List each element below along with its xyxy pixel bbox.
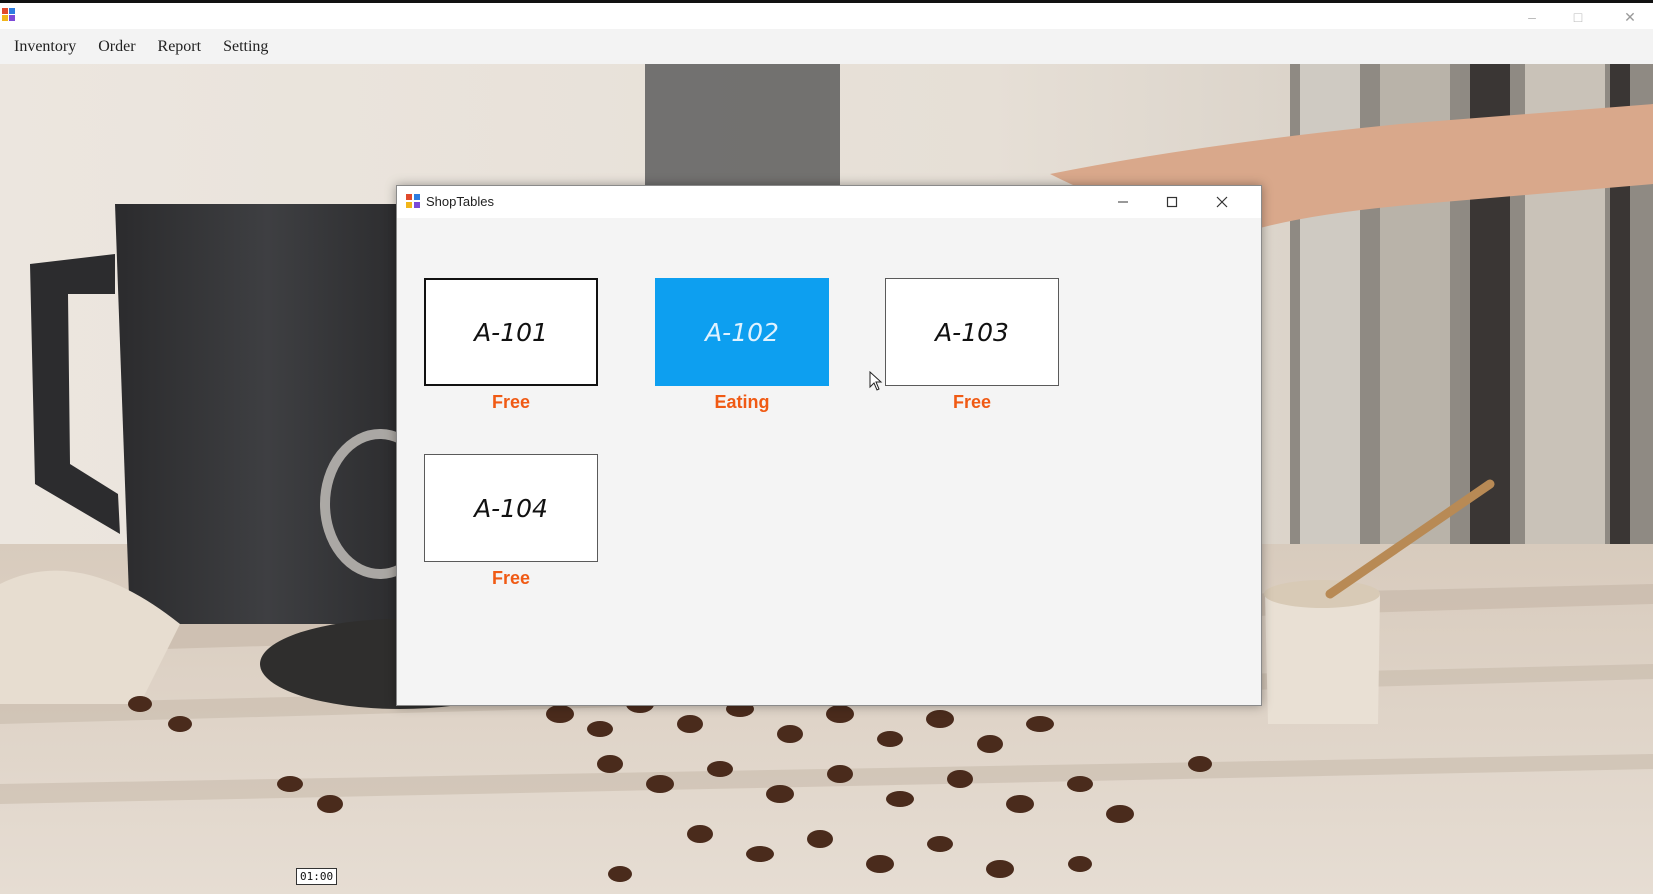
minimize-button[interactable] (1100, 186, 1146, 218)
menu-inventory[interactable]: Inventory (6, 32, 84, 62)
table-status-a104: Free (491, 568, 531, 588)
table-button-a103[interactable]: A-103 (885, 278, 1059, 386)
maximize-button[interactable] (1149, 186, 1195, 218)
shop-tables-window: ShopTables A-101 Free A-102 Eating A-103… (396, 185, 1262, 706)
window-titlebar[interactable]: ShopTables (397, 186, 1261, 218)
table-button-a104[interactable]: A-104 (424, 454, 598, 562)
app-minimize-button[interactable]: – (1512, 7, 1552, 27)
timestamp-label: 01:00 (296, 868, 338, 885)
menu-order[interactable]: Order (90, 32, 143, 62)
menu-report[interactable]: Report (150, 32, 210, 62)
table-button-a102[interactable]: A-102 (655, 278, 829, 386)
table-status-a103: Free (952, 392, 992, 412)
app-icon (406, 194, 420, 208)
window-title: ShopTables (426, 194, 494, 209)
table-button-a101[interactable]: A-101 (424, 278, 598, 386)
menu-bar: Inventory Order Report Setting (0, 29, 1653, 64)
app-close-button[interactable]: ✕ (1610, 7, 1650, 27)
mouse-cursor-icon (869, 371, 883, 391)
desktop-root: VIDEO – □ ✕ Inventory Order Report Setti… (0, 0, 1653, 894)
close-button[interactable] (1199, 186, 1245, 218)
app-icon (2, 8, 15, 21)
menu-setting[interactable]: Setting (215, 32, 276, 62)
app-titlebar: VIDEO – □ ✕ (0, 0, 1653, 69)
minimize-icon (1118, 201, 1128, 203)
maximize-icon (1166, 196, 1178, 208)
table-status-a101: Free (491, 392, 531, 412)
table-status-a102: Eating (714, 392, 770, 412)
close-icon (1216, 196, 1228, 208)
app-maximize-button[interactable]: □ (1558, 7, 1598, 27)
